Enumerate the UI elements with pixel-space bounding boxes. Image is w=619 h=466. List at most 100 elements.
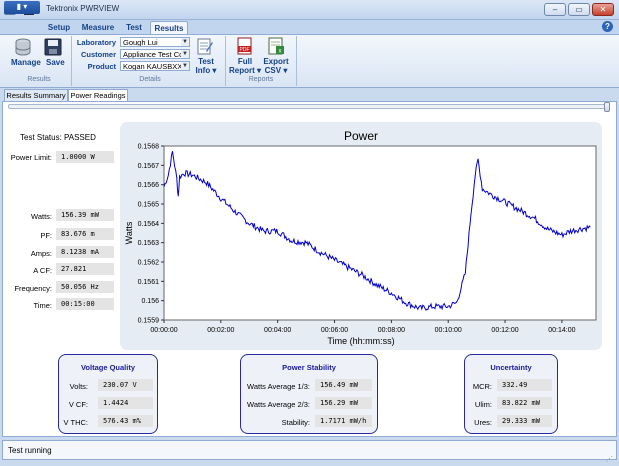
watts-average-2-3-value: 156.29 mW: [315, 397, 372, 409]
export-csv-button[interactable]: x: [267, 37, 285, 57]
power-limit-value: 1.0000 W: [56, 151, 114, 163]
watts-label: Watts:: [31, 212, 52, 221]
customer-combo[interactable]: Appliance Test Co ▼: [120, 49, 190, 59]
tab-setup[interactable]: Setup: [44, 21, 74, 34]
x-tick-label: 00:04:00: [264, 327, 291, 334]
mcr-value: 332.49: [497, 379, 552, 391]
chart-title: Power: [344, 129, 378, 143]
y-tick-label: 0.1564: [138, 221, 160, 228]
time-slider-track[interactable]: [8, 104, 608, 109]
svg-text:PDF: PDF: [240, 47, 250, 53]
v-thc-label: V THC:: [63, 418, 88, 427]
time-value: 00:15:00: [56, 298, 114, 310]
product-combo[interactable]: Kogan KAUSBXXA ▼: [120, 61, 190, 71]
power-chart: Power 0.1559 0.156 0.1561 0.1562 0.1563 0.156…: [124, 129, 597, 346]
stability-label: Stability:: [281, 418, 310, 427]
y-tick-label: 0.1566: [138, 182, 160, 189]
chart-area: Power 0.1559 0.156 0.1561 0.1562 0.1563 0.156…: [120, 122, 602, 350]
full-report-button[interactable]: PDF: [236, 37, 254, 57]
y-tick-label: 0.1567: [138, 163, 160, 170]
time-slider-thumb[interactable]: [604, 102, 610, 112]
y-tick-label: 0.1562: [138, 260, 160, 267]
full-report-label-1: Full: [237, 57, 253, 66]
x-tick-label: 00:12:00: [491, 327, 518, 334]
tab-test[interactable]: Test: [121, 21, 147, 34]
stability-value: 1.7171 mW/h: [315, 415, 372, 427]
window-title: Tektronix PWRVIEW: [46, 4, 120, 13]
minimize-button[interactable]: –: [544, 3, 566, 16]
customer-value: Appliance Test Co: [123, 50, 184, 59]
chevron-down-icon[interactable]: ▼: [181, 38, 189, 46]
x-tick-label: 00:06:00: [321, 327, 348, 334]
save-button[interactable]: [44, 38, 62, 58]
watts-value: 156.39 mW: [56, 209, 114, 221]
x-axis-label: Time (hh:mm:ss): [327, 336, 394, 346]
group-divider: [225, 36, 226, 86]
x-tick-label: 00:10:00: [435, 327, 462, 334]
y-tick-label: 0.1568: [138, 144, 160, 151]
frequency-label: Frequency:: [14, 284, 52, 293]
laboratory-combo[interactable]: Gough Lui ▼: [120, 37, 190, 47]
frequency-value: 50.056 Hz: [56, 281, 114, 293]
watts-average-1-3-label: Watts Average 1/3:: [247, 382, 310, 391]
application-menu-button[interactable]: ▮ ▾: [4, 1, 40, 14]
chevron-down-icon[interactable]: ▼: [181, 50, 189, 58]
ures-value: 29.333 mW: [497, 415, 552, 427]
customer-label: Customer: [80, 50, 116, 59]
y-tick-label: 0.156: [141, 298, 159, 305]
save-label: Save: [46, 58, 65, 67]
y-tick-label: 0.1563: [138, 240, 160, 247]
tab-results[interactable]: Results: [150, 21, 188, 34]
test-status: Test Status: PASSED: [20, 133, 96, 142]
notepad-icon: [197, 38, 213, 55]
maximize-button[interactable]: ▭: [568, 3, 590, 16]
voltage-quality-title: Voltage Quality: [80, 363, 136, 372]
amps-value: 8.1238 mA: [56, 246, 114, 258]
v-thc-value: 576.43 m%: [98, 415, 153, 427]
manage-label: Manage: [11, 58, 41, 67]
y-tick-label: 0.1561: [138, 279, 160, 286]
uncertainty-title: Uncertainty: [490, 363, 532, 372]
save-icon: [44, 38, 62, 56]
x-tick-label: 00:08:00: [378, 327, 405, 334]
v-cf-label: V CF:: [68, 400, 88, 409]
pf-value: 83.676 m: [56, 228, 114, 240]
x-tick-label: 00:14:00: [548, 327, 575, 334]
volts-value: 230.07 V: [98, 379, 153, 391]
help-icon[interactable]: ?: [602, 21, 613, 32]
ulim-label: Ulim:: [474, 400, 492, 409]
a-cf-label: A CF:: [33, 266, 52, 275]
test-info-label-1: Test: [198, 57, 214, 66]
ulim-value: 83.822 mW: [497, 397, 552, 409]
tab-measure[interactable]: Measure: [79, 21, 117, 34]
chevron-down-icon[interactable]: ▼: [181, 62, 189, 70]
time-label: Time:: [33, 301, 52, 310]
reports-group-label: Reports: [248, 76, 274, 83]
export-csv-label-2: CSV ▾: [264, 66, 288, 75]
x-tick-label: 00:00:00: [150, 327, 177, 334]
product-value: Kogan KAUSBXXA: [123, 62, 188, 71]
ures-label: Ures:: [474, 418, 492, 427]
plot-area: [163, 145, 597, 321]
laboratory-value: Gough Lui: [123, 38, 158, 47]
laboratory-label: Laboratory: [76, 38, 116, 47]
x-tick-label: 00:02:00: [207, 327, 234, 334]
manage-button[interactable]: [14, 38, 32, 58]
product-label: Product: [87, 62, 116, 71]
v-cf-value: 1.4424: [98, 397, 153, 409]
amps-label: Amps:: [30, 249, 52, 258]
mcr-label: MCR:: [472, 382, 492, 391]
resize-grip-icon[interactable]: ⋰: [606, 455, 616, 463]
csv-export-icon: x: [268, 37, 284, 55]
export-csv-label-1: Export: [263, 57, 289, 66]
close-button[interactable]: ✕: [592, 3, 614, 16]
svg-text:x: x: [279, 49, 282, 55]
test-info-button[interactable]: [196, 37, 214, 57]
volts-label: Volts:: [69, 382, 88, 391]
group-divider: [296, 36, 297, 86]
file-menu-icon: ▮ ▾: [16, 2, 28, 11]
status-text: Test running: [8, 446, 52, 455]
power-limit-label: Power Limit:: [10, 153, 52, 162]
pdf-icon: PDF: [237, 37, 252, 55]
full-report-label-2: Report ▾: [228, 66, 261, 75]
